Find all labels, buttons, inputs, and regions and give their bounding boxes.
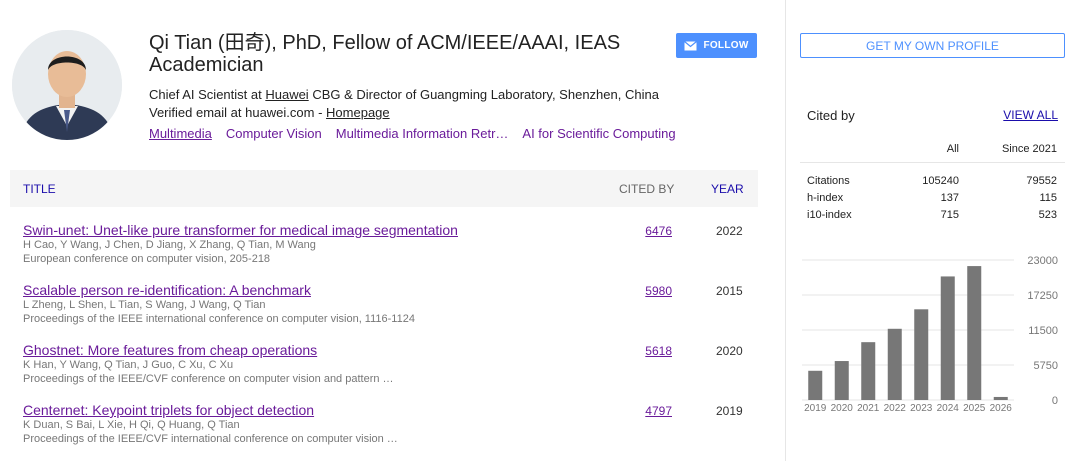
chart-bar[interactable] — [861, 342, 876, 400]
follow-label: FOLLOW — [703, 40, 749, 51]
view-all-link[interactable]: VIEW ALL — [1003, 108, 1058, 122]
article-authors: K Duan, S Bai, L Xie, H Qi, Q Huang, Q T… — [23, 419, 240, 431]
cited-by-count[interactable]: 5618 — [645, 344, 672, 358]
x-tick-label: 2023 — [910, 403, 933, 414]
profile-main: Qi Tian (田奇), PhD, Fellow of ACM/IEEE/AA… — [0, 0, 784, 461]
affiliation-org-link[interactable]: Huawei — [265, 87, 308, 102]
chart-bar[interactable] — [967, 266, 982, 400]
homepage-link[interactable]: Homepage — [326, 105, 390, 120]
column-year[interactable]: YEAR — [711, 182, 744, 196]
table-row: Centernet: Keypoint triplets for object … — [10, 402, 758, 460]
stats-column-all: All — [946, 143, 959, 155]
chart-bar[interactable] — [808, 370, 823, 400]
y-tick-label: 5750 — [1034, 360, 1058, 372]
y-tick-label: 23000 — [1027, 255, 1058, 267]
cited-by-heading: Cited by — [807, 108, 855, 123]
stats-since: 115 — [1039, 192, 1057, 204]
article-title-link[interactable]: Scalable person re-identification: A ben… — [23, 282, 311, 298]
y-tick-label: 11500 — [1028, 325, 1058, 337]
article-year: 2015 — [716, 284, 743, 298]
column-cited-by[interactable]: CITED BY — [619, 182, 674, 196]
article-year: 2020 — [716, 344, 743, 358]
chart-bar[interactable] — [993, 396, 1008, 400]
article-authors: K Han, Y Wang, Q Tian, J Guo, C Xu, C Xu — [23, 359, 234, 371]
article-title-link[interactable]: Centernet: Keypoint triplets for object … — [23, 402, 314, 418]
chart-bar[interactable] — [914, 309, 929, 400]
article-venue: Proceedings of the IEEE/CVF internationa… — [23, 433, 398, 445]
y-tick-label: 0 — [1052, 395, 1058, 407]
citations-per-year-chart: 23000 17250 11500 5750 0 2019 2020 2021 2022 2023… — [802, 255, 1058, 414]
x-tick-label: 2021 — [857, 403, 880, 414]
table-row: Ghostnet: More features from cheap opera… — [10, 342, 758, 400]
stats-row: i10-index 715 523 — [800, 206, 1065, 223]
cited-by-count[interactable]: 4797 — [645, 404, 672, 418]
affiliation-suffix: CBG & Director of Guangming Laboratory, … — [308, 87, 659, 102]
citation-stats-table: All Since 2021 Citations 105240 79552 h-… — [800, 136, 1065, 223]
x-tick-label: 2020 — [831, 403, 854, 414]
x-tick-label: 2019 — [804, 403, 827, 414]
stats-all: 137 — [940, 192, 959, 204]
citations-sidebar: GET MY OWN PROFILE Cited by VIEW ALL All… — [785, 0, 1080, 461]
chart-bar[interactable] — [887, 328, 902, 400]
article-year: 2022 — [716, 224, 743, 238]
article-year: 2019 — [716, 404, 743, 418]
stats-all: 715 — [940, 209, 959, 221]
profile-email: Verified email at huawei.com - Homepage — [149, 104, 390, 121]
stats-since: 79552 — [1026, 175, 1057, 187]
email-text: Verified email at huawei.com - — [149, 105, 327, 120]
article-authors: H Cao, Y Wang, J Chen, D Jiang, X Zhang,… — [23, 239, 316, 251]
get-my-own-profile-button[interactable]: GET MY OWN PROFILE — [800, 33, 1065, 58]
x-tick-label: 2026 — [990, 403, 1013, 414]
interest-link[interactable]: Multimedia — [149, 126, 212, 141]
article-venue: Proceedings of the IEEE/CVF conference o… — [23, 373, 394, 385]
profile-name: Qi Tian (田奇), PhD, Fellow of ACM/IEEE/AA… — [149, 32, 621, 76]
stats-header: All Since 2021 — [800, 136, 1065, 163]
table-header: TITLE CITED BY YEAR — [10, 170, 758, 207]
x-tick-label: 2024 — [937, 403, 960, 414]
affiliation-prefix: Chief AI Scientist at — [149, 87, 266, 102]
stats-label[interactable]: i10-index — [807, 209, 852, 221]
interest-link[interactable]: Multimedia Information Retr… — [336, 126, 509, 141]
column-title[interactable]: TITLE — [23, 182, 56, 196]
follow-button[interactable]: FOLLOW — [676, 33, 757, 58]
x-tick-label: 2025 — [963, 403, 986, 414]
chart-bar[interactable] — [834, 361, 849, 400]
stats-label[interactable]: h-index — [807, 192, 843, 204]
avatar[interactable] — [12, 30, 122, 140]
research-interests: Multimedia Computer Vision Multimedia Info… — [149, 125, 690, 142]
cited-by-count[interactable]: 6476 — [645, 224, 672, 238]
mail-icon — [684, 40, 698, 50]
stats-all: 105240 — [922, 175, 959, 187]
cited-by-count[interactable]: 5980 — [645, 284, 672, 298]
interest-link[interactable]: Computer Vision — [226, 126, 322, 141]
stats-row: Citations 105240 79552 — [800, 172, 1065, 189]
profile-affiliation: Chief AI Scientist at Huawei CBG & Direc… — [149, 86, 659, 103]
stats-column-since: Since 2021 — [1001, 143, 1057, 155]
x-tick-label: 2022 — [884, 403, 907, 414]
article-title-link[interactable]: Ghostnet: More features from cheap opera… — [23, 342, 317, 358]
article-venue: European conference on computer vision, … — [23, 253, 271, 265]
article-authors: L Zheng, L Shen, L Tian, S Wang, J Wang,… — [23, 299, 266, 311]
article-title-link[interactable]: Swin-unet: Unet-like pure transformer fo… — [23, 222, 458, 238]
table-row: Swin-unet: Unet-like pure transformer fo… — [10, 222, 758, 280]
stats-since: 523 — [1038, 209, 1057, 221]
article-venue: Proceedings of the IEEE international co… — [23, 313, 415, 325]
table-row: Scalable person re-identification: A ben… — [10, 282, 758, 340]
chart-bar[interactable] — [940, 276, 955, 400]
stats-label[interactable]: Citations — [807, 175, 850, 187]
interest-link[interactable]: AI for Scientific Computing — [522, 126, 675, 141]
stats-row: h-index 137 115 — [800, 189, 1065, 206]
y-tick-label: 17250 — [1027, 290, 1058, 302]
